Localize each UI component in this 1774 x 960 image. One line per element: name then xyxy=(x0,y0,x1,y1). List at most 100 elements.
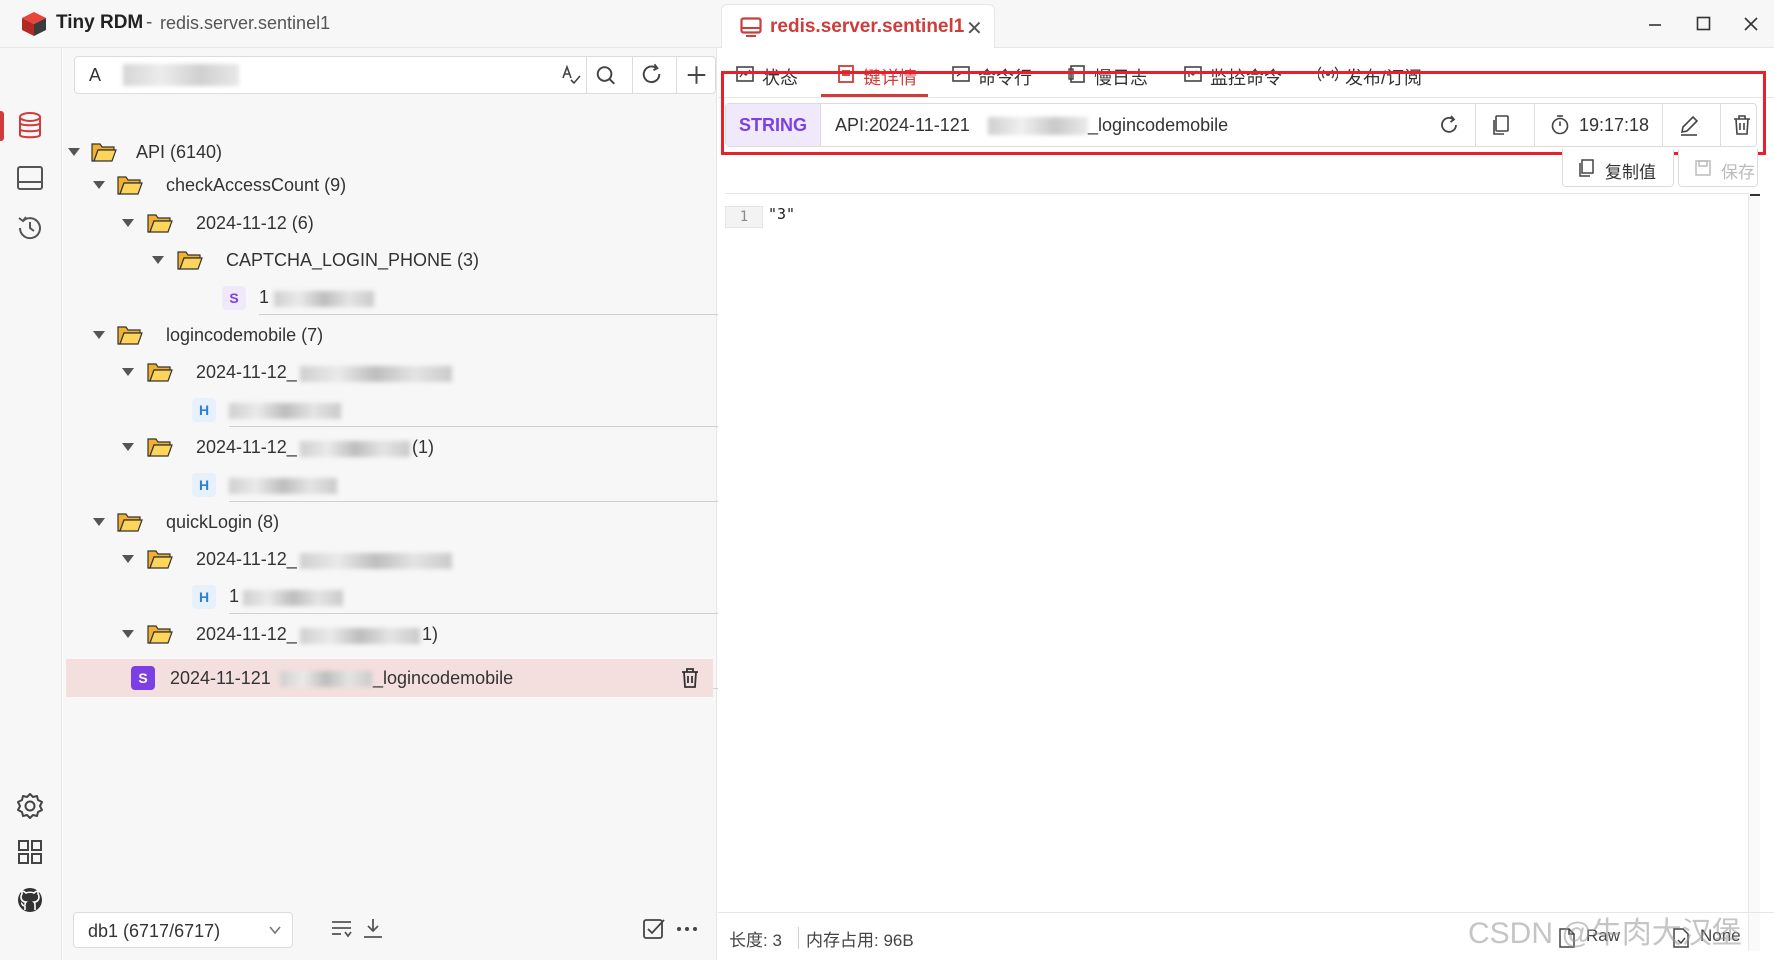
database-selected-label: db1 (6717/6717) xyxy=(88,921,221,941)
tree-key-ql-group1[interactable]: H 1 xyxy=(63,580,769,614)
tree-key-label-prefix: 2024-11-121 xyxy=(170,668,271,688)
key-browser: A API (6140) checkAccessCount (9) 2024-1… xyxy=(63,48,769,960)
save-button[interactable]: 保存 xyxy=(1678,149,1758,187)
value-editor[interactable]: 1 "3" xyxy=(725,193,1753,951)
expand-arrow-icon[interactable] xyxy=(152,256,164,264)
expand-arrow-icon[interactable] xyxy=(122,555,134,563)
refresh-icon[interactable] xyxy=(632,57,672,93)
history-icon[interactable] xyxy=(14,212,46,244)
filter-type-selector[interactable]: A xyxy=(89,65,101,86)
terminal-icon xyxy=(952,66,970,82)
copy-value-button[interactable]: 复制值 xyxy=(1562,149,1674,187)
tab-slow-log[interactable]: 慢日志 xyxy=(1067,60,1157,100)
expand-arrow-icon[interactable] xyxy=(122,443,134,451)
tree-folder-ql-group2[interactable]: 2024-11-12_ 1) xyxy=(63,618,717,652)
decode-selector[interactable]: None xyxy=(1670,925,1770,951)
tab-status[interactable]: 状态 xyxy=(735,60,815,100)
apps-grid-icon[interactable] xyxy=(14,836,46,868)
tree-key-lcm-group1[interactable]: H xyxy=(63,393,769,427)
delete-icon[interactable] xyxy=(678,666,702,690)
tree-key-selected[interactable]: S 2024-11-121 _logincodemobile xyxy=(66,659,713,697)
edit-icon xyxy=(1680,115,1699,136)
tree-folder-captcha-login-phone[interactable]: CAPTCHA_LOGIN_PHONE (3) xyxy=(63,244,717,278)
scrollbar-thumb[interactable] xyxy=(1750,194,1760,196)
tree-folder-lcm-group2[interactable]: 2024-11-12_ (1) xyxy=(63,431,717,465)
status-divider xyxy=(798,927,799,949)
redacted-key-name xyxy=(243,590,343,606)
key-filter-bar: A xyxy=(74,56,716,94)
ttl-button[interactable]: 19:17:18 xyxy=(1534,104,1662,146)
database-icon[interactable] xyxy=(14,110,46,142)
decode-icon xyxy=(1673,928,1689,948)
expand-arrow-icon[interactable] xyxy=(122,368,134,376)
database-selector[interactable]: db1 (6717/6717) xyxy=(73,912,293,948)
tree-folder-check-date[interactable]: 2024-11-12 (6) xyxy=(63,207,717,241)
value-text[interactable]: "3" xyxy=(768,205,795,223)
tree-folder-check-access-count[interactable]: checkAccessCount (9) xyxy=(63,169,717,203)
expand-arrow-icon[interactable] xyxy=(93,518,105,526)
server-list-icon[interactable] xyxy=(14,162,46,194)
hash-type-badge: H xyxy=(192,585,216,609)
tab-cli[interactable]: 命令行 xyxy=(951,60,1041,100)
key-name-suffix[interactable]: _logincodemobile xyxy=(1088,115,1228,136)
expand-arrow-icon[interactable] xyxy=(68,148,80,156)
folder-open-icon xyxy=(147,214,173,233)
key-name-prefix[interactable]: API:2024-11-121 xyxy=(835,115,970,136)
tree-key-lcm-group2[interactable]: H xyxy=(63,468,769,502)
search-icon[interactable] xyxy=(586,57,626,93)
tree-key-label: 1 xyxy=(229,586,240,606)
expand-arrow-icon[interactable] xyxy=(122,219,134,227)
tree-folder-lcm-group1[interactable]: 2024-11-12_ xyxy=(63,356,717,390)
add-key-icon[interactable] xyxy=(676,57,716,93)
nav-rail xyxy=(0,48,62,960)
github-icon[interactable] xyxy=(14,884,46,916)
title-bar: Tiny RDM - redis.server.sentinel1 redis.… xyxy=(0,0,1774,48)
expand-arrow-icon[interactable] xyxy=(122,630,134,638)
view-format-selector[interactable]: Raw xyxy=(1556,925,1656,951)
copy-icon xyxy=(1493,115,1509,135)
format-icon xyxy=(1559,928,1575,948)
server-icon xyxy=(740,17,762,37)
tab-monitor[interactable]: 监控命令 xyxy=(1183,60,1293,100)
tree-key-captcha[interactable]: S 1 xyxy=(63,281,769,315)
check-mode-icon[interactable] xyxy=(641,916,667,942)
app-name: Tiny RDM xyxy=(56,12,144,33)
minimize-icon[interactable] xyxy=(1640,10,1670,38)
settings-icon[interactable] xyxy=(14,790,46,822)
refresh-key-icon[interactable] xyxy=(1438,114,1460,136)
connection-tab[interactable]: redis.server.sentinel1 ✕ xyxy=(721,4,995,48)
tree-folder-ql-group1[interactable]: 2024-11-12_ xyxy=(63,543,717,577)
status-icon xyxy=(736,66,754,82)
more-icon[interactable] xyxy=(674,916,700,942)
close-tab-icon[interactable]: ✕ xyxy=(966,16,983,41)
folder-open-icon xyxy=(117,176,143,195)
tree-folder-label: 2024-11-12_ xyxy=(196,437,297,457)
copy-key-button[interactable] xyxy=(1475,104,1525,146)
maximize-icon[interactable] xyxy=(1688,10,1718,38)
expand-arrow-icon[interactable] xyxy=(93,331,105,339)
tree-folder-label: logincodemobile (7) xyxy=(166,325,324,345)
folder-open-icon xyxy=(177,251,203,270)
editor-scrollbar[interactable] xyxy=(1748,193,1760,951)
tree-folder-count: 1) xyxy=(422,624,439,644)
tab-label: 发布/订阅 xyxy=(1345,68,1423,88)
rename-key-button[interactable] xyxy=(1662,104,1714,146)
key-detail-icon xyxy=(838,65,854,83)
save-icon xyxy=(1695,160,1711,176)
expand-arrow-icon[interactable] xyxy=(93,181,105,189)
tree-folder-label: API (6140) xyxy=(136,142,223,162)
tree-folder-logincodemobile[interactable]: logincodemobile (7) xyxy=(63,319,717,353)
delete-key-button[interactable] xyxy=(1720,104,1758,146)
sort-list-icon[interactable] xyxy=(329,916,355,942)
tree-folder-api[interactable]: API (6140) xyxy=(63,136,717,170)
import-icon[interactable] xyxy=(360,916,386,942)
folder-open-icon xyxy=(117,513,143,532)
redacted-key-name xyxy=(274,291,374,307)
folder-open-icon xyxy=(117,326,143,345)
tree-folder-quick-login[interactable]: quickLogin (8) xyxy=(63,506,717,540)
close-window-icon[interactable] xyxy=(1736,10,1766,38)
redacted-key-name xyxy=(229,478,337,494)
spellcheck-icon[interactable] xyxy=(560,64,582,86)
tab-pubsub[interactable]: 发布/订阅 xyxy=(1318,60,1438,100)
save-label: 保存 xyxy=(1721,163,1755,182)
